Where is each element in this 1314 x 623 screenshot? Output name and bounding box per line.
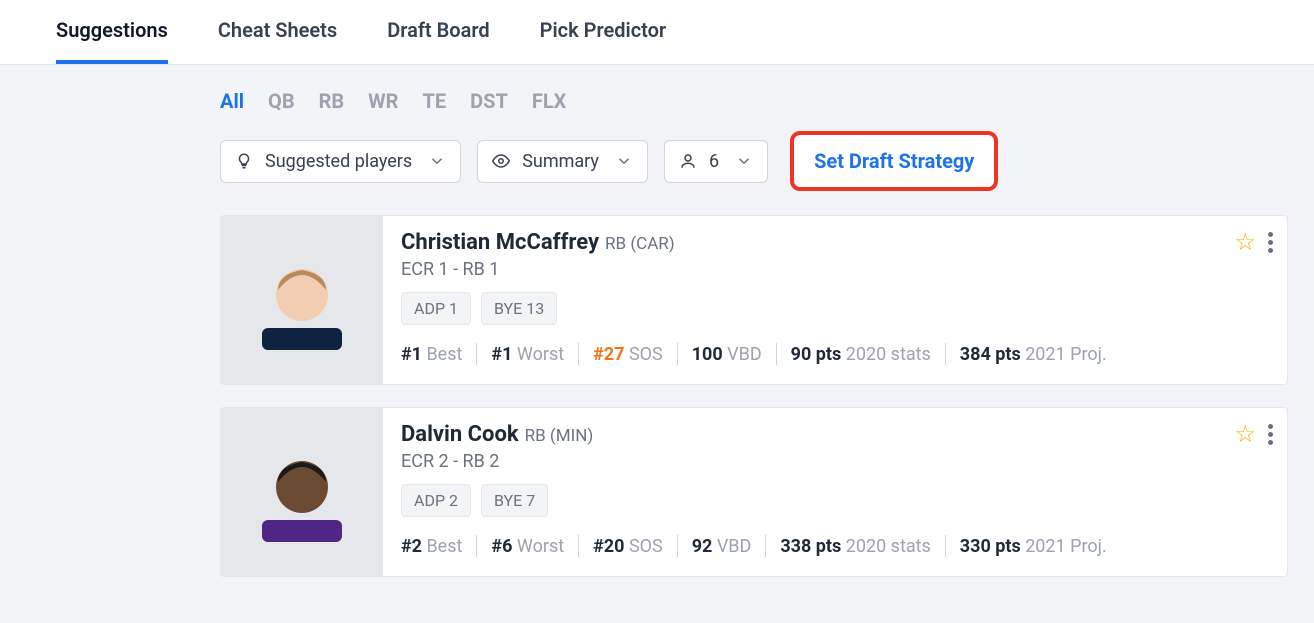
chevron-down-icon	[428, 152, 446, 170]
stat-separator	[677, 535, 678, 557]
set-draft-strategy-button[interactable]: Set Draft Strategy	[790, 131, 998, 191]
stat-proj: 330 pts 2021 Proj.	[960, 536, 1107, 557]
pos-filter-qb[interactable]: QB	[268, 89, 295, 113]
suggested-players-label: Suggested players	[265, 151, 412, 172]
stat-proj: 384 pts 2021 Proj.	[960, 344, 1107, 365]
kebab-menu-icon[interactable]	[1268, 424, 1273, 445]
stat-prev: 90 pts 2020 stats	[791, 344, 931, 365]
summary-label: Summary	[522, 151, 599, 172]
player-badge: ADP 1	[401, 292, 471, 325]
pos-filter-all[interactable]: All	[220, 89, 244, 113]
stat-separator	[476, 343, 477, 365]
pos-filter-flx[interactable]: FLX	[532, 89, 567, 113]
eye-icon	[492, 152, 510, 170]
player-ecr: ECR 1 - RB 1	[401, 259, 1269, 280]
stat-best: #1 Best	[401, 344, 462, 365]
tab-pick-predictor[interactable]: Pick Predictor	[540, 18, 666, 64]
player-badge: ADP 2	[401, 484, 471, 517]
stat-worst: #6 Worst	[491, 536, 564, 557]
pos-filter-dst[interactable]: DST	[470, 89, 508, 113]
summary-dropdown[interactable]: Summary	[477, 140, 648, 183]
tab-suggestions[interactable]: Suggestions	[56, 18, 168, 64]
pos-filter-wr[interactable]: WR	[368, 89, 398, 113]
lightbulb-icon	[235, 152, 253, 170]
stat-vbd: 92 VBD	[692, 536, 752, 557]
player-position: RB (CAR)	[605, 234, 675, 254]
stat-separator	[578, 535, 579, 557]
stat-separator	[476, 535, 477, 557]
user-icon	[679, 152, 697, 170]
pos-filter-te[interactable]: TE	[422, 89, 446, 113]
stat-best: #2 Best	[401, 536, 462, 557]
stat-sos: #20 SOS	[593, 536, 663, 557]
stat-vbd: 100 VBD	[692, 344, 762, 365]
count-dropdown[interactable]: 6	[664, 140, 768, 183]
stat-separator	[765, 535, 766, 557]
player-name: Christian McCaffrey	[401, 230, 599, 255]
chevron-down-icon	[615, 152, 633, 170]
player-position: RB (MIN)	[525, 426, 594, 446]
stat-separator	[945, 535, 946, 557]
player-avatar	[221, 408, 383, 576]
player-ecr: ECR 2 - RB 2	[401, 451, 1269, 472]
star-icon[interactable]: ☆	[1234, 228, 1256, 256]
player-badge: BYE 7	[481, 484, 548, 517]
stat-separator	[578, 343, 579, 365]
player-card: ☆ Dalvin Cook RB (MIN) ECR 2 - RB 2 ADP 2 BY…	[220, 407, 1288, 577]
player-avatar	[221, 216, 383, 384]
star-icon[interactable]: ☆	[1234, 420, 1256, 448]
stat-prev: 338 pts 2020 stats	[780, 536, 930, 557]
player-card: ☆ Christian McCaffrey RB (CAR) ECR 1 - RB …	[220, 215, 1288, 385]
tab-cheat-sheets[interactable]: Cheat Sheets	[218, 18, 337, 64]
kebab-menu-icon[interactable]	[1268, 232, 1273, 253]
count-label: 6	[709, 151, 719, 172]
stat-worst: #1 Worst	[491, 344, 564, 365]
player-name: Dalvin Cook	[401, 422, 519, 447]
tab-draft-board[interactable]: Draft Board	[387, 18, 489, 64]
player-badge: BYE 13	[481, 292, 557, 325]
pos-filter-rb[interactable]: RB	[319, 89, 345, 113]
stat-separator	[677, 343, 678, 365]
stat-separator	[945, 343, 946, 365]
chevron-down-icon	[735, 152, 753, 170]
suggested-players-dropdown[interactable]: Suggested players	[220, 140, 461, 183]
stat-separator	[776, 343, 777, 365]
stat-sos: #27 SOS	[593, 344, 663, 365]
